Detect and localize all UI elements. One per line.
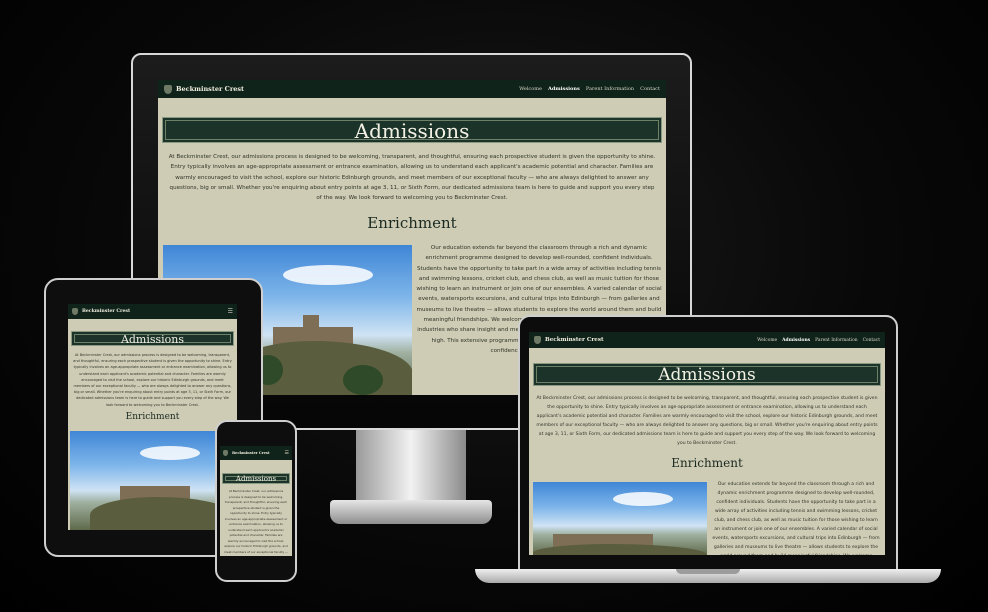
monitor-stand-neck [356, 430, 466, 502]
laptop-screen: Beckminster Crest Welcome Admissions Par… [529, 332, 885, 555]
crest-icon [164, 84, 172, 94]
tablet-menu-icon[interactable]: ☰ [228, 308, 233, 315]
nav-links: Welcome Admissions Parent Information Co… [519, 86, 660, 92]
laptop-nav-parent-information[interactable]: Parent Information [815, 338, 857, 343]
phone-page-title: Admissions [235, 475, 277, 483]
admissions-intro: At Beckminster Crest, our admissions pro… [168, 154, 656, 202]
phone-brand-name: Beckminster Crest [232, 451, 270, 455]
laptop-title-banner: Admissions [533, 363, 881, 386]
tablet-screen: Beckminster Crest ☰ Admissions At Beckmi… [68, 304, 237, 530]
nav-admissions[interactable]: Admissions [548, 86, 580, 92]
laptop-crest-icon [534, 336, 541, 344]
phone-screen: Beckminster Crest ☰ Admissions At Beckmi… [220, 446, 292, 556]
tablet-page-title: Admissions [120, 333, 185, 346]
page-title: Admissions [354, 119, 470, 143]
laptop-navbar: Beckminster Crest Welcome Admissions Par… [529, 332, 885, 348]
tablet-admissions-intro: At Beckminster Crest, our admissions pro… [73, 353, 232, 407]
nav-welcome[interactable]: Welcome [519, 86, 542, 92]
nav-contact[interactable]: Contact [640, 86, 660, 92]
phone-navbar: Beckminster Crest ☰ [220, 446, 292, 460]
laptop-page-title: Admissions [658, 365, 756, 385]
phone-brand-logo[interactable]: Beckminster Crest [223, 450, 270, 456]
tablet-navbar: Beckminster Crest ☰ [68, 304, 237, 319]
tablet-title-banner: Admissions [71, 331, 234, 346]
tablet-castle-photo [70, 431, 235, 530]
phone-menu-icon[interactable]: ☰ [285, 450, 289, 456]
page-title-banner: Admissions [162, 117, 662, 143]
section-heading-enrichment: Enrichment [367, 214, 457, 232]
phone-crest-icon [223, 450, 228, 456]
laptop-nav-admissions[interactable]: Admissions [782, 338, 810, 343]
laptop-nav-welcome[interactable]: Welcome [757, 338, 777, 343]
brand-name: Beckminster Crest [176, 85, 245, 93]
tablet-brand-name: Beckminster Crest [82, 309, 131, 314]
laptop-nav-links: Welcome Admissions Parent Information Co… [757, 338, 880, 343]
laptop-admissions-intro: At Beckminster Crest, our admissions pro… [536, 396, 878, 446]
tablet-brand-logo[interactable]: Beckminster Crest [72, 308, 130, 315]
laptop-notch [676, 569, 740, 574]
phone-title-banner: Admissions [222, 473, 290, 484]
laptop-nav-contact[interactable]: Contact [863, 338, 880, 343]
navbar: Beckminster Crest Welcome Admissions Par… [158, 80, 666, 98]
laptop-brand-logo[interactable]: Beckminster Crest [534, 336, 604, 344]
nav-parent-information[interactable]: Parent Information [586, 86, 634, 92]
brand-logo[interactable]: Beckminster Crest [164, 84, 245, 94]
laptop-section-heading: Enrichment [671, 456, 743, 470]
monitor-stand-base [330, 500, 492, 524]
laptop-enrichment-text: Our education extends far beyond the cla… [712, 482, 880, 555]
tablet-crest-icon [72, 308, 78, 315]
laptop-castle-photo [533, 482, 707, 555]
phone-admissions-intro: At Beckminster Crest, our admissions pro… [224, 489, 288, 556]
tablet-section-heading: Enrichment [125, 412, 180, 422]
laptop-brand-name: Beckminster Crest [545, 337, 604, 343]
